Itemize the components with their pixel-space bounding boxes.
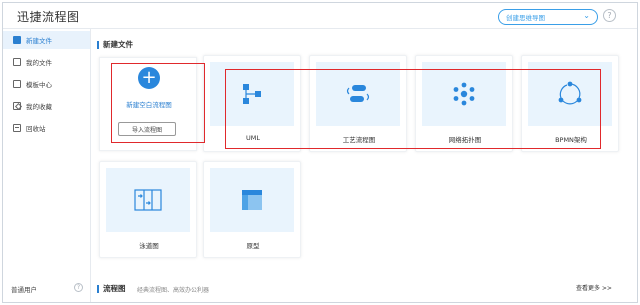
template-card-prototype[interactable]: 原型: [203, 161, 301, 258]
see-more-link[interactable]: 查看更多 >>: [576, 283, 612, 292]
mode-select-value: 创建思维导图: [506, 14, 545, 22]
sidebar-item-label: 新建文件: [26, 37, 52, 45]
template-thumb: [210, 168, 294, 232]
section-title-new-file: 新建文件: [97, 41, 133, 49]
template-card-process-flow[interactable]: 工艺流程图: [309, 55, 407, 152]
template-thumb: [106, 168, 190, 232]
star-icon: [13, 102, 21, 110]
import-flowchart-button[interactable]: 导入流程图: [118, 122, 176, 136]
sidebar-item-templates[interactable]: 模板中心: [3, 75, 90, 93]
file-icon: [13, 58, 21, 66]
uml-icon: [243, 84, 261, 104]
sidebar-item-label: 回收站: [26, 125, 46, 133]
app-window: 迅捷流程图 创建思维导图 ⌄ ? 新建文件 我的文件 模板中心 我的收藏 回收站…: [2, 2, 638, 303]
template-label: 网络拓扑图: [448, 136, 482, 144]
template-label: UML: [246, 134, 260, 142]
sidebar-item-label: 模板中心: [26, 81, 52, 89]
bpmn-icon: [558, 81, 582, 105]
sidebar-item-label: 我的收藏: [26, 103, 52, 111]
template-label: 工艺流程图: [342, 136, 376, 144]
template-card-network-topology[interactable]: 网络拓扑图: [415, 55, 513, 152]
template-thumb: [210, 62, 294, 126]
trash-icon: [13, 124, 21, 132]
new-blank-label[interactable]: 新建空白流程图: [100, 99, 198, 109]
template-icon: [13, 80, 21, 88]
process-flow-icon: [346, 85, 370, 102]
template-label: BPMN架构: [555, 136, 587, 144]
template-thumb: [422, 62, 506, 126]
network-topology-icon: [453, 82, 475, 106]
sidebar-item-label: 我的文件: [26, 59, 52, 67]
prototype-icon: [242, 190, 262, 210]
swimlane-icon: [134, 189, 162, 211]
chevron-down-icon: ⌄: [583, 11, 590, 20]
template-label: 泳道图: [139, 242, 159, 250]
sidebar-item-favorites[interactable]: 我的收藏: [3, 97, 90, 115]
template-card-uml[interactable]: UML: [203, 55, 301, 152]
new-file-icon: [13, 36, 21, 44]
template-card-swimlane[interactable]: 泳道图: [99, 161, 197, 258]
section-title-flowchart: 流程图: [97, 285, 126, 293]
sidebar-item-trash[interactable]: 回收站: [3, 119, 90, 137]
sidebar-item-my-files[interactable]: 我的文件: [3, 53, 90, 71]
template-card-bpmn[interactable]: BPMN架构: [521, 55, 619, 152]
section-subtitle: 经典流程图、高效办公利器: [137, 287, 210, 294]
plus-icon[interactable]: +: [138, 67, 160, 89]
user-label: 普通用户: [11, 286, 37, 294]
app-title: 迅捷流程图: [17, 10, 80, 24]
sidebar: 新建文件 我的文件 模板中心 我的收藏 回收站 普通用户 ?: [3, 29, 91, 302]
app-header: 迅捷流程图 创建思维导图 ⌄ ?: [3, 3, 637, 29]
template-label: 原型: [246, 242, 260, 250]
mode-select[interactable]: 创建思维导图 ⌄: [498, 9, 598, 25]
help-button[interactable]: ?: [603, 9, 616, 22]
user-help-button[interactable]: ?: [74, 283, 83, 292]
template-thumb: [316, 62, 400, 126]
new-blank-card[interactable]: + 新建空白流程图 导入流程图: [99, 57, 197, 151]
template-thumb: [528, 62, 612, 126]
sidebar-item-new-file[interactable]: 新建文件: [3, 31, 90, 49]
